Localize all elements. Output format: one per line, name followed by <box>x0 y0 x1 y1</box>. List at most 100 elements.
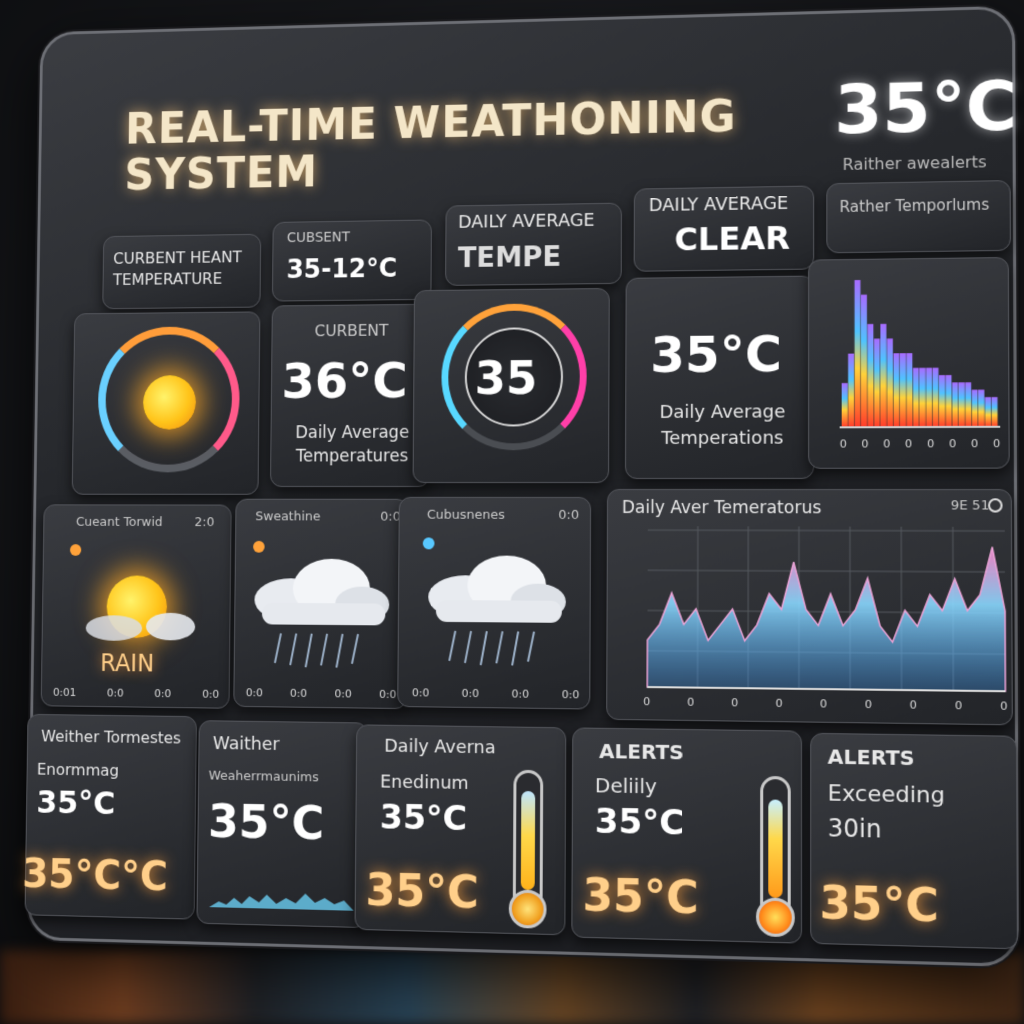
card-title: Weither Tormestes <box>41 726 182 748</box>
histogram-bar <box>925 367 933 428</box>
tick-label: 0 <box>970 437 979 451</box>
card-label: Cubusnenes <box>426 507 506 523</box>
tick: 0:0 <box>334 687 352 701</box>
daily-average-clear-card[interactable]: DAILY AVERAGE CLEAR <box>633 185 815 272</box>
histogram-bar <box>873 338 881 428</box>
card-label: Enedinum <box>379 771 469 795</box>
cloud-icon <box>85 612 196 642</box>
sun-gauge-card[interactable] <box>71 311 261 495</box>
tick: 0:0 <box>202 687 220 701</box>
histogram-bar <box>854 280 861 428</box>
histogram-bar <box>958 382 965 427</box>
thermometer-icon <box>755 775 795 938</box>
weather-cloud-card[interactable]: Cubusnenes 0:0 0:0 0:0 0:0 0:0 <box>397 496 592 710</box>
histogram-axis <box>840 427 1001 428</box>
weather-dashboard: REAL-TIME WEATHONING SYSTEM 35°C Raither… <box>17 5 1024 976</box>
card-ticks: 0:0 0:0 0:0 0:0 <box>412 686 579 701</box>
histogram-bar <box>886 338 894 428</box>
card-label: Exceeding <box>827 781 946 809</box>
card-value: CLEAR <box>674 218 791 259</box>
tick-label: 0 <box>905 437 913 451</box>
histogram-bar <box>848 353 855 428</box>
daily-average-chart-card[interactable]: Daily Aver Temeratorus 9E 51 0 0 0 0 0 0… <box>606 488 1013 726</box>
tick: 0:0 <box>289 686 308 700</box>
card-title: Daily Averna <box>384 735 496 759</box>
tick-label: 0 <box>775 696 783 710</box>
rain-cloud-icon <box>428 555 566 676</box>
card-label: CURBENT HEANT TEMPERATURE <box>112 247 242 289</box>
thermometer-fill <box>768 799 783 898</box>
card-value: 30in <box>827 813 882 844</box>
histogram-bar <box>841 383 848 428</box>
daily-average-card[interactable]: DAILY AVERAGE TEMPE <box>445 202 622 286</box>
tick: 0:0 <box>461 686 480 701</box>
histogram-card[interactable]: 00000000 <box>808 256 1010 469</box>
alerts-exceeding-card[interactable]: ALERTS Exceeding 30in 35°C <box>810 732 1018 950</box>
rain-cloud-icon <box>254 558 390 678</box>
card-big-value: 35°C°C <box>21 851 169 901</box>
weather-rain-card[interactable]: Cueant Torwid 2:0 RAIN 0:01 0:0 0:0 0:0 <box>40 504 232 709</box>
histogram-bar <box>978 389 985 427</box>
tick-label: 0 <box>643 695 651 709</box>
tick-label: 0 <box>819 697 828 711</box>
histogram-bar <box>991 397 998 427</box>
current-temp-card[interactable]: CURBENT 36°C Daily Average Temperatures <box>269 303 432 487</box>
gauge-value: 35 <box>474 351 538 405</box>
card-label: Enormmag <box>36 759 120 780</box>
card-badge: 0:0 <box>558 507 580 523</box>
tick-label: 0 <box>731 696 739 710</box>
histogram-bar <box>899 353 907 428</box>
card-label: DAILY AVERAGE <box>458 209 595 233</box>
dashboard-panel: REAL-TIME WEATHONING SYSTEM 35°C Raither… <box>21 5 1020 968</box>
thermometer-icon <box>508 769 547 929</box>
histogram-bar <box>971 389 978 427</box>
tick-label: 0 <box>948 437 957 451</box>
thermometer-fill <box>520 790 536 891</box>
tick: 0:0 <box>106 686 124 700</box>
histogram-bar <box>939 375 946 428</box>
tick-label: 0 <box>909 698 917 712</box>
tick-label: 0 <box>1000 699 1008 713</box>
daily-gauge-card[interactable]: 35 <box>412 287 610 484</box>
card-label: Sweathine <box>255 509 321 525</box>
card-ticks: 0:01 0:0 0:0 0:0 <box>53 686 219 701</box>
status-dot <box>69 544 82 556</box>
chart-area <box>647 546 1005 691</box>
weather-storm-card[interactable]: Sweathine 0:0 0:0 0:0 0:0 0:0 <box>233 498 409 710</box>
card-label: DAILY AVERAGE <box>648 192 789 217</box>
current-temperature-card[interactable]: CURBENT HEANT TEMPERATURE <box>102 233 262 310</box>
card-badge: 2:0 <box>194 515 215 530</box>
card-big-value: 35°C <box>365 865 479 919</box>
card-value: 35°C <box>36 783 116 823</box>
daily-temp-value: 35°C <box>650 325 783 385</box>
tick-label: 0 <box>883 437 891 451</box>
card-caption: Daily Average Temperatures <box>295 422 410 467</box>
current-temp-value: 36°C <box>281 352 409 410</box>
card-value: TEMPE <box>457 240 562 274</box>
tick: 0:0 <box>511 687 530 701</box>
card-ticks: 0:0 0:0 0:0 0:0 <box>246 686 397 701</box>
histogram-bar <box>880 323 887 428</box>
histogram-bar <box>945 375 952 427</box>
alerts-daily-card[interactable]: ALERTS Deliily 35°C 35°C <box>571 727 803 944</box>
card-title: Waither <box>212 733 280 755</box>
tick-label: 0 <box>954 698 963 713</box>
tick: 0:0 <box>561 688 580 702</box>
daily-average-thermo-card[interactable]: Daily Averna Enedinum 35°C 35°C <box>354 724 567 936</box>
card-value: 35-12°C <box>286 254 398 285</box>
card-label: Cueant Torwid <box>75 515 163 530</box>
card-title: ALERTS <box>827 744 915 771</box>
tick-label: 0 <box>864 697 872 712</box>
current-range-card[interactable]: CUBSENT 35-12°C <box>271 219 432 302</box>
card-label: CURBENT <box>314 320 389 341</box>
weather-card[interactable]: Waither Weaherrmaunims 35°C <box>196 720 368 929</box>
card-label: Rather Temporlums <box>839 195 990 217</box>
histogram-bar <box>932 367 939 428</box>
rather-temperatures-card[interactable]: Rather Temporlums <box>826 180 1011 254</box>
weather-temp-card[interactable]: Weither Tormestes Enormmag 35°C 35°C°C <box>21 713 197 920</box>
histogram-bar <box>952 382 959 427</box>
daily-temp-card[interactable]: 35°C Daily Average Temperations <box>624 275 815 480</box>
histogram-bar <box>906 353 913 428</box>
tick-label: 0 <box>839 437 847 451</box>
thermometer-bulb <box>755 897 795 938</box>
